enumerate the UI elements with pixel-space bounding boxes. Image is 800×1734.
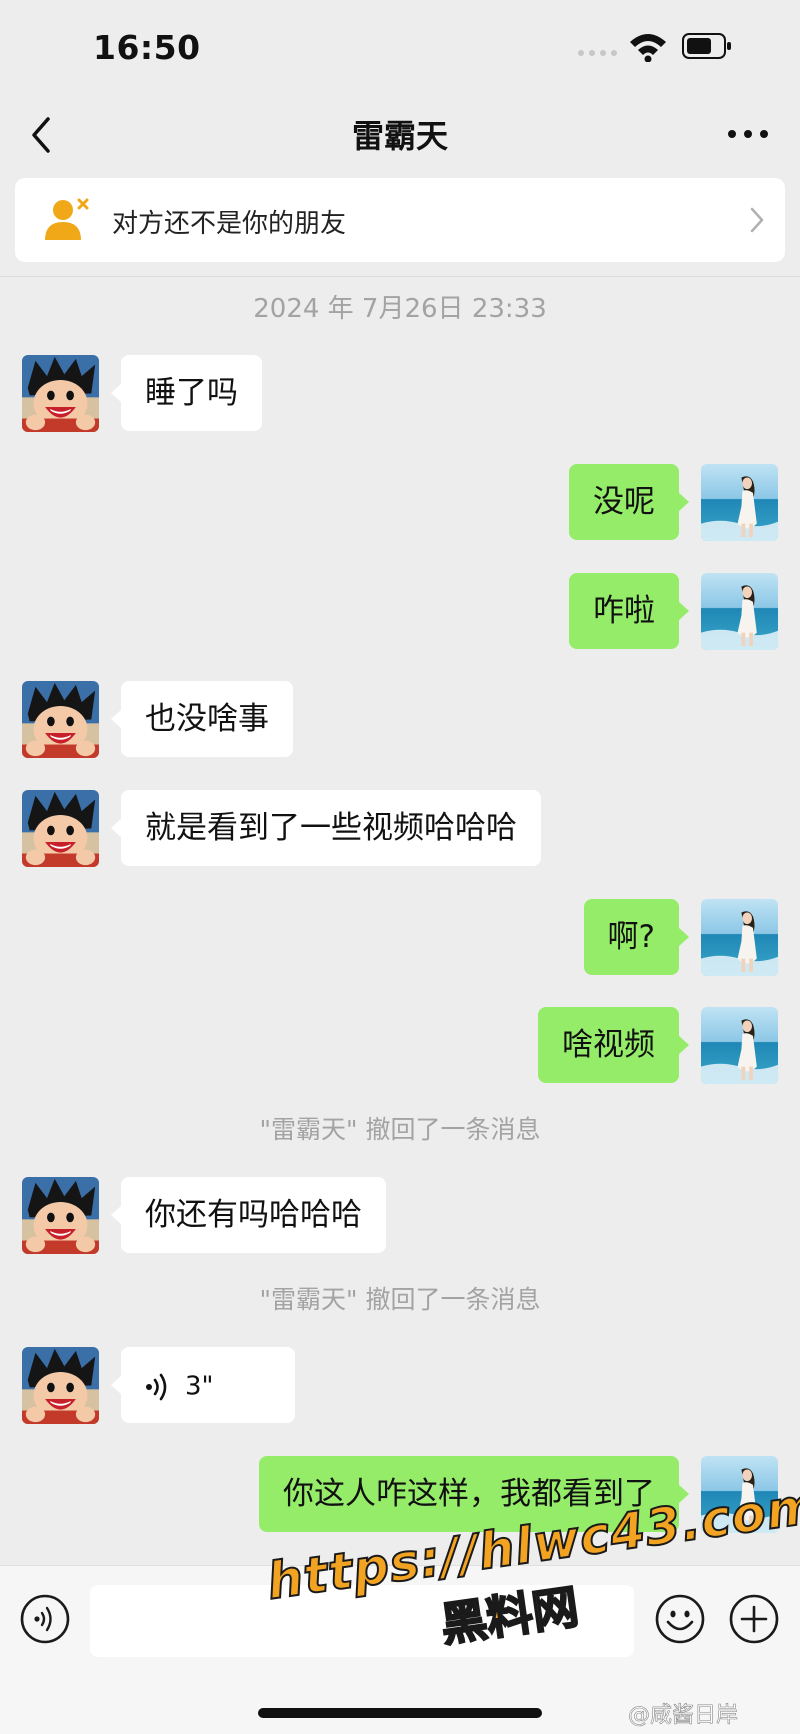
- contact-avatar[interactable]: [22, 1347, 99, 1424]
- voice-wave-icon: [146, 1373, 167, 1400]
- recall-notice: "雷霸天" 撤回了一条消息: [259, 1115, 541, 1144]
- received-message[interactable]: 也没啥事: [111, 681, 293, 757]
- chat-timestamp: 2024 年 7月26日 23:33: [253, 294, 547, 324]
- cellular-signal-icon: [578, 50, 617, 56]
- received-message[interactable]: 睡了吗: [111, 355, 262, 431]
- sent-message[interactable]: 啥视频: [538, 1007, 689, 1083]
- sent-message[interactable]: 没呢: [569, 464, 689, 540]
- chat-header: 雷霸天: [0, 95, 800, 180]
- status-time: 16:50: [93, 28, 201, 67]
- sent-message[interactable]: 啊?: [583, 899, 690, 975]
- recall-notice: "雷霸天" 撤回了一条消息: [259, 1285, 541, 1314]
- voice-message[interactable]: 3": [111, 1347, 295, 1423]
- my-avatar[interactable]: [701, 899, 778, 976]
- chat-title: 雷霸天: [351, 117, 448, 155]
- not-friend-banner[interactable]: 对方还不是你的朋友: [15, 178, 785, 262]
- weibo-credit: @咸酱日岸: [628, 1703, 739, 1729]
- divider: [0, 276, 800, 277]
- add-friend-icon: [45, 198, 89, 240]
- contact-avatar[interactable]: [22, 681, 99, 758]
- contact-avatar[interactable]: [22, 790, 99, 867]
- wifi-icon: [630, 34, 666, 62]
- status-bar: 16:50: [0, 0, 800, 95]
- my-avatar[interactable]: [701, 1007, 778, 1084]
- voice-duration: 3": [185, 1371, 214, 1402]
- battery-icon: [682, 33, 731, 59]
- not-friend-text: 对方还不是你的朋友: [112, 209, 347, 239]
- sent-message[interactable]: 咋啦: [569, 573, 689, 649]
- home-indicator: [258, 1708, 542, 1718]
- my-avatar[interactable]: [701, 464, 778, 541]
- more-options-icon[interactable]: [726, 123, 770, 145]
- chevron-right-icon: [750, 207, 764, 233]
- my-avatar[interactable]: [701, 573, 778, 650]
- received-message[interactable]: 你还有吗哈哈哈: [111, 1177, 386, 1253]
- received-message[interactable]: 就是看到了一些视频哈哈哈: [111, 790, 541, 866]
- contact-avatar[interactable]: [22, 1177, 99, 1254]
- contact-avatar[interactable]: [22, 355, 99, 432]
- voice-input-icon[interactable]: [20, 1594, 70, 1644]
